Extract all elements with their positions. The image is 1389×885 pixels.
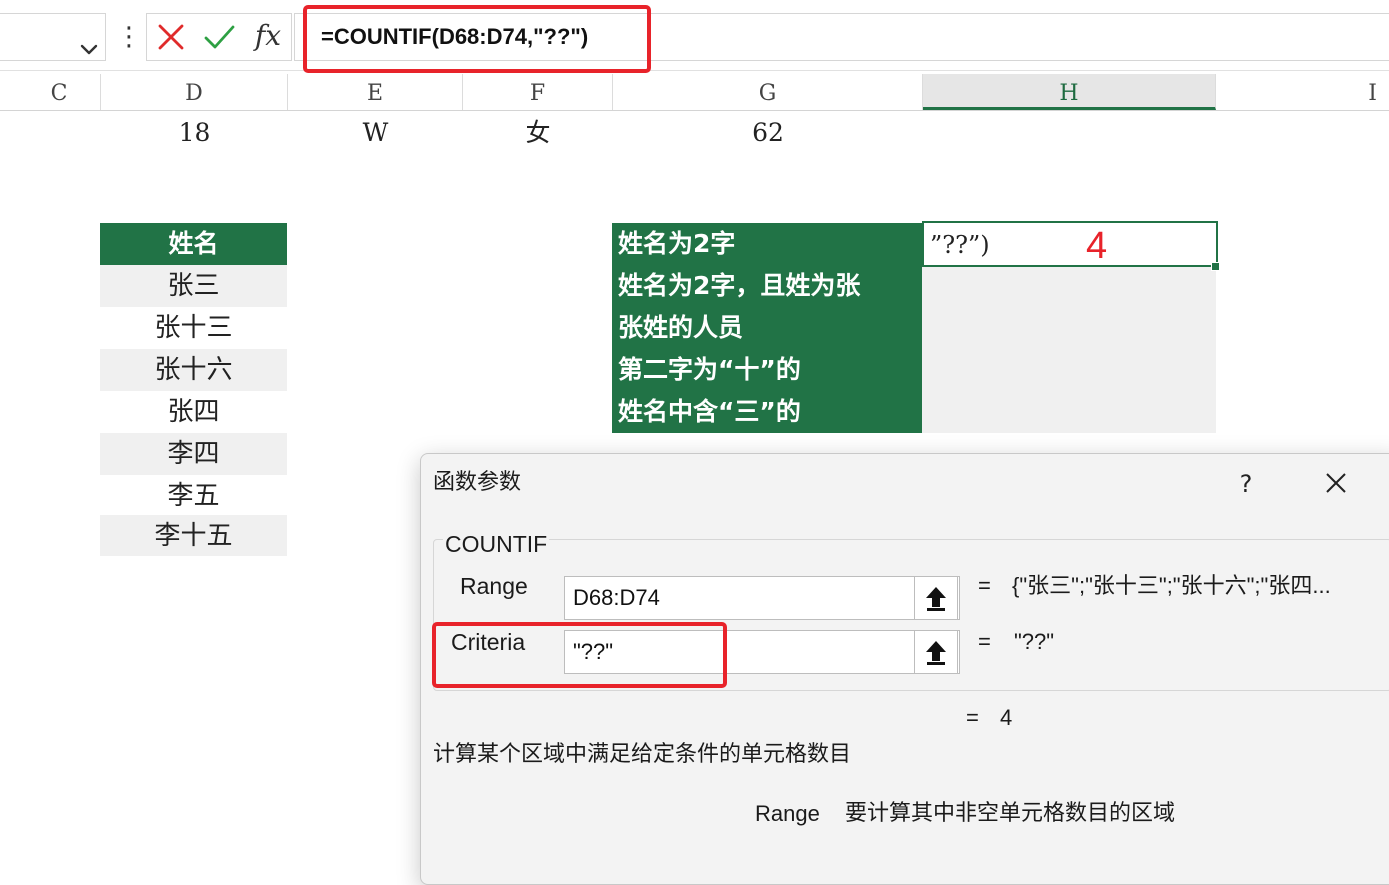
confirm-icon[interactable] — [203, 21, 235, 53]
cancel-icon[interactable] — [155, 21, 187, 53]
formula-highlight-box — [303, 5, 651, 73]
active-cell-result: 4 — [1086, 225, 1108, 267]
function-arguments-dialog: 函数参数 ? Range D68:D74 = {"张三";"张十三";"张十六"… — [420, 453, 1389, 885]
criteria-equals: = — [978, 629, 991, 654]
arrow-up-icon — [926, 587, 946, 611]
argument-help-text: 要计算其中非空单元格数目的区域 — [845, 801, 1176, 826]
name-cell[interactable]: 张十三 — [100, 307, 287, 349]
cell-f-value[interactable]: 女 — [463, 114, 613, 152]
condition-cell[interactable]: 第二字为“十”的 — [618, 349, 918, 391]
column-headers: C D E F G H I — [0, 74, 1389, 111]
arrow-up-icon — [926, 641, 946, 665]
argument-help-name: Range — [755, 801, 820, 826]
fill-handle[interactable] — [1211, 262, 1220, 271]
active-cell-edit-text: ”??”) — [930, 231, 990, 259]
column-header-e[interactable]: E — [288, 74, 463, 110]
chevron-down-icon[interactable] — [78, 36, 100, 64]
range-result: {"张三";"张十三";"张十六";"张四... — [1012, 573, 1331, 598]
range-input[interactable]: D68:D74 — [564, 576, 960, 620]
criteria-result: "??" — [1014, 629, 1055, 654]
condition-cell[interactable]: 姓名为2字，且姓为张 — [618, 265, 918, 307]
cell-g-value[interactable]: 62 — [613, 114, 923, 152]
name-cell[interactable]: 李十五 — [100, 515, 287, 556]
dialog-title: 函数参数 — [433, 470, 522, 495]
column-header-i[interactable]: I — [1216, 74, 1389, 110]
name-cell[interactable]: 李五 — [100, 475, 287, 517]
name-cell[interactable]: 张三 — [100, 265, 287, 307]
function-description: 计算某个区域中满足给定条件的单元格数目 — [433, 742, 852, 767]
cell-d-value[interactable]: 18 — [101, 114, 288, 152]
function-name: COUNTIF — [443, 528, 550, 560]
name-cell[interactable]: 张四 — [100, 391, 287, 433]
column-header-c[interactable]: C — [18, 74, 101, 110]
criteria-highlight-box — [432, 622, 727, 688]
formula-bar: ⋮ fx =COUNTIF(D68:D74,"??") — [0, 0, 1389, 73]
more-options-icon[interactable]: ⋮ — [116, 20, 142, 54]
range-label: Range — [460, 573, 528, 599]
name-cell[interactable]: 张十六 — [100, 349, 287, 391]
close-icon[interactable] — [1316, 466, 1356, 502]
range-collapse-button[interactable] — [914, 576, 958, 620]
formula-actions: fx — [146, 13, 292, 61]
range-input-value: D68:D74 — [573, 585, 660, 610]
column-header-f[interactable]: F — [463, 74, 613, 110]
column-header-g[interactable]: G — [613, 74, 923, 110]
conditions-column: 姓名为2字 姓名为2字，且姓为张 张姓的人员 第二字为“十”的 姓名中含“三”的 — [612, 223, 922, 433]
name-box[interactable] — [0, 13, 106, 61]
formula-result: 4 — [1000, 705, 1013, 730]
condition-cell[interactable]: 张姓的人员 — [618, 307, 918, 349]
condition-cell[interactable]: 姓名为2字 — [618, 223, 918, 265]
insert-function-icon[interactable]: fx — [251, 18, 285, 56]
condition-cell[interactable]: 姓名中含“三”的 — [618, 391, 918, 433]
name-cell[interactable]: 李四 — [100, 433, 287, 475]
names-header[interactable]: 姓名 — [100, 223, 287, 265]
column-header-h[interactable]: H — [923, 74, 1216, 110]
range-equals: = — [978, 573, 991, 598]
criteria-collapse-button[interactable] — [914, 630, 958, 674]
total-equals: = — [966, 705, 979, 730]
column-header-d[interactable]: D — [101, 74, 288, 110]
help-button[interactable]: ? — [1226, 464, 1266, 504]
cell-e-value[interactable]: W — [288, 114, 463, 152]
